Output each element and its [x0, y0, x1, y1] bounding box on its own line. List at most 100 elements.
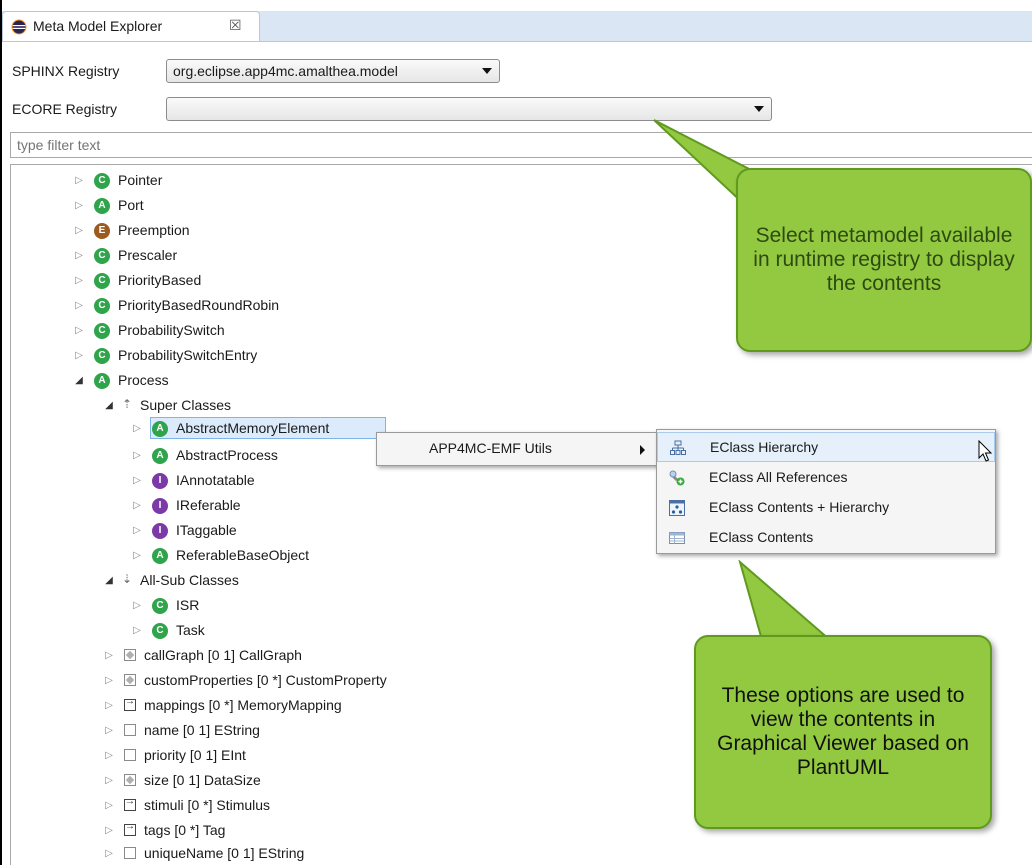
- expand-arrow-icon[interactable]: ▷: [72, 170, 86, 192]
- tree-item[interactable]: ▷ E Preemption: [72, 220, 372, 242]
- super-classes-icon: ⇡: [122, 397, 133, 411]
- tree-item[interactable]: ▷ C ProbabilitySwitchEntry: [72, 345, 372, 367]
- feature-item[interactable]: ▷ stimuli [0 *] Stimulus: [102, 795, 522, 817]
- expand-arrow-icon[interactable]: ▷: [130, 445, 144, 467]
- tree-item[interactable]: ▷ A AbstractProcess: [130, 445, 390, 467]
- reference-icon: [124, 821, 136, 836]
- tree-item[interactable]: ▷ I IAnnotatable: [130, 470, 390, 492]
- expand-arrow-icon[interactable]: ▷: [72, 320, 86, 342]
- tab-bar: Meta Model Explorer ☒: [2, 11, 1032, 42]
- feature-item[interactable]: ▷ name [0 1] EString: [102, 720, 522, 742]
- collapse-arrow-icon[interactable]: ◢: [102, 395, 116, 417]
- feature-item[interactable]: ▷ tags [0 *] Tag: [102, 820, 522, 842]
- abstract-class-icon: A: [94, 373, 110, 389]
- expand-arrow-icon[interactable]: ▷: [102, 695, 116, 717]
- collapse-arrow-icon[interactable]: ◢: [72, 370, 86, 392]
- chevron-down-icon: [482, 68, 492, 74]
- expand-arrow-icon[interactable]: ▷: [130, 545, 144, 567]
- feature-item[interactable]: ▷ mappings [0 *] MemoryMapping: [102, 695, 522, 717]
- expand-arrow-icon[interactable]: ▷: [102, 820, 116, 842]
- expand-arrow-icon[interactable]: ▷: [130, 520, 144, 542]
- tree-item-label: PriorityBased: [118, 272, 202, 288]
- sphinx-registry-combo[interactable]: org.eclipse.app4mc.amalthea.model: [166, 59, 500, 83]
- expand-arrow-icon[interactable]: ▷: [102, 670, 116, 692]
- tree-item[interactable]: ▷ C Task: [130, 620, 330, 642]
- expand-arrow-icon[interactable]: ▷: [102, 645, 116, 667]
- class-icon: C: [94, 323, 110, 339]
- tree-item[interactable]: ▷ C PriorityBasedRoundRobin: [72, 295, 372, 317]
- contents-table-icon: [669, 532, 685, 544]
- menu-item-eclass-all-references[interactable]: EClass All References: [657, 463, 995, 493]
- tree-item[interactable]: ▷ C Pointer: [72, 170, 372, 192]
- expand-arrow-icon[interactable]: ▷: [102, 843, 116, 865]
- collapse-arrow-icon[interactable]: ◢: [102, 570, 116, 592]
- sub-classes-group[interactable]: ◢ ⇣ All-Sub Classes: [102, 570, 362, 592]
- containment-icon: [124, 649, 136, 661]
- expand-arrow-icon[interactable]: ▷: [102, 745, 116, 767]
- expand-arrow-icon[interactable]: ▷: [102, 795, 116, 817]
- tab-meta-model-explorer[interactable]: Meta Model Explorer ☒: [2, 11, 260, 41]
- menu-item-app4mc-emf-utils[interactable]: APP4MC-EMF Utils: [377, 434, 659, 464]
- feature-label: priority [0 1] EInt: [144, 747, 246, 763]
- tree-item[interactable]: ▷ C Prescaler: [72, 245, 372, 267]
- tree-item[interactable]: ▷ C ISR: [130, 595, 330, 617]
- interface-icon: I: [152, 498, 168, 514]
- feature-label: mappings [0 *] MemoryMapping: [144, 697, 342, 713]
- callout-options: These options are used to view the conte…: [694, 635, 992, 829]
- expand-arrow-icon[interactable]: ▷: [102, 770, 116, 792]
- tree-item[interactable]: ▷ A ReferableBaseObject: [130, 545, 390, 567]
- context-menu: APP4MC-EMF Utils: [376, 432, 660, 466]
- tree-item[interactable]: ▷ A AbstractMemoryElement: [130, 418, 390, 440]
- expand-arrow-icon[interactable]: ▷: [130, 595, 144, 617]
- menu-item-eclass-hierarchy[interactable]: EClass Hierarchy: [657, 432, 995, 462]
- expand-arrow-icon[interactable]: ▷: [130, 495, 144, 517]
- tree-item-label: Preemption: [118, 222, 190, 238]
- tree-item-label: Process: [118, 372, 169, 388]
- tree-item-label: Pointer: [118, 172, 163, 188]
- expand-arrow-icon[interactable]: ▷: [130, 620, 144, 642]
- expand-arrow-icon[interactable]: ▷: [130, 470, 144, 492]
- sphinx-registry-value: org.eclipse.app4mc.amalthea.model: [173, 63, 398, 79]
- close-icon[interactable]: ☒: [229, 17, 242, 34]
- class-icon: C: [152, 598, 168, 614]
- abstract-class-icon: A: [152, 421, 168, 437]
- expand-arrow-icon[interactable]: ▷: [72, 195, 86, 217]
- tree-item-label: Task: [176, 622, 205, 638]
- feature-item[interactable]: ▷ priority [0 1] EInt: [102, 745, 522, 767]
- callout-registry-text: Select metamodel available in runtime re…: [753, 224, 1015, 295]
- tree-item-process[interactable]: ◢ A Process: [72, 370, 372, 392]
- filter-input[interactable]: [10, 132, 1032, 158]
- feature-label: name [0 1] EString: [144, 722, 260, 738]
- expand-arrow-icon[interactable]: ▷: [72, 220, 86, 242]
- eclipse-icon: [11, 19, 27, 35]
- submenu-arrow-icon: [640, 445, 645, 455]
- feature-item[interactable]: ▷ customProperties [0 *] CustomProperty: [102, 670, 522, 692]
- feature-item[interactable]: ▷ uniqueName [0 1] EString: [102, 843, 522, 865]
- class-icon: C: [94, 273, 110, 289]
- expand-arrow-icon[interactable]: ▷: [130, 418, 144, 440]
- interface-icon: I: [152, 523, 168, 539]
- expand-arrow-icon[interactable]: ▷: [72, 295, 86, 317]
- menu-item-eclass-contents[interactable]: EClass Contents: [657, 523, 995, 553]
- tree-item-label: Port: [118, 197, 144, 213]
- super-classes-group[interactable]: ◢ ⇡ Super Classes: [102, 395, 362, 417]
- group-label: All-Sub Classes: [140, 572, 239, 588]
- expand-arrow-icon[interactable]: ▷: [72, 270, 86, 292]
- tree-item[interactable]: ▷ I IReferable: [130, 495, 390, 517]
- tree-item[interactable]: ▷ C ProbabilitySwitch: [72, 320, 372, 342]
- containment-icon: [124, 674, 136, 686]
- expand-arrow-icon[interactable]: ▷: [72, 345, 86, 367]
- expand-arrow-icon[interactable]: ▷: [102, 720, 116, 742]
- menu-item-eclass-contents-hierarchy[interactable]: EClass Contents + Hierarchy: [657, 493, 995, 523]
- tree-item[interactable]: ▷ I ITaggable: [130, 520, 390, 542]
- tree-item[interactable]: ▷ C PriorityBased: [72, 270, 372, 292]
- reference-icon: [124, 796, 136, 811]
- menu-item-label: EClass All References: [709, 469, 848, 485]
- feature-item[interactable]: ▷ callGraph [0 1] CallGraph: [102, 645, 522, 667]
- abstract-class-icon: A: [152, 548, 168, 564]
- expand-arrow-icon[interactable]: ▷: [72, 245, 86, 267]
- feature-item[interactable]: ▷ size [0 1] DataSize: [102, 770, 522, 792]
- feature-label: size [0 1] DataSize: [144, 772, 261, 788]
- tree-item[interactable]: ▷ A Port: [72, 195, 372, 217]
- tab-title: Meta Model Explorer: [33, 18, 163, 34]
